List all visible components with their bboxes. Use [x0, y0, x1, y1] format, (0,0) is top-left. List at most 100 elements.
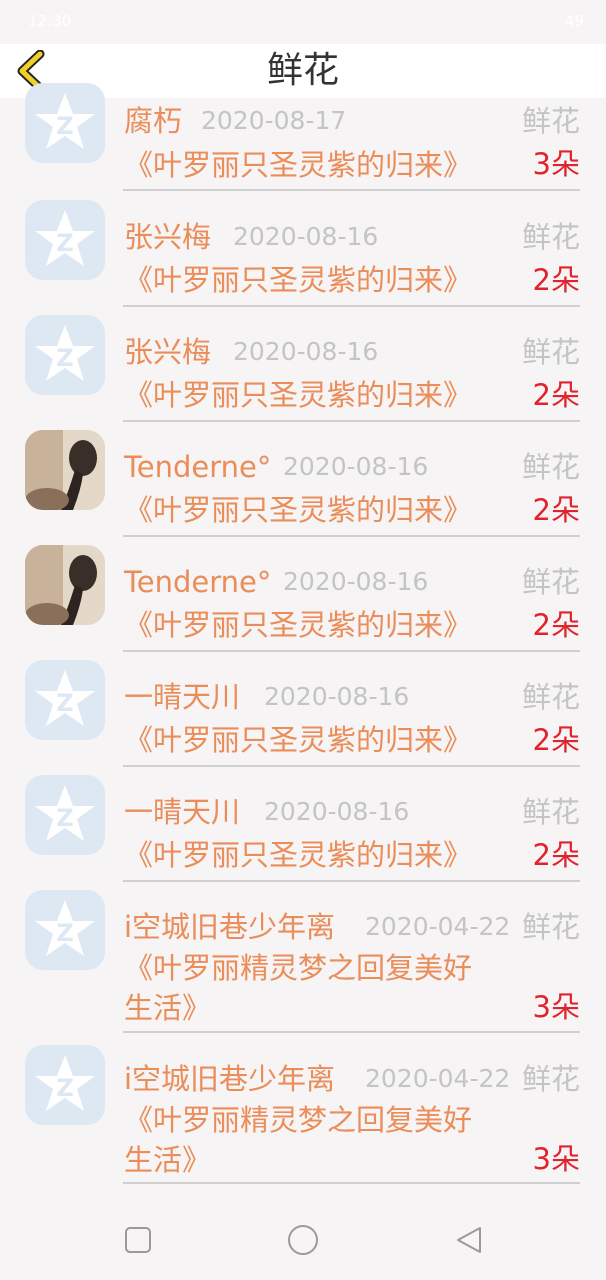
book-title[interactable]: 《叶罗丽精灵梦之回复美好 生活》	[124, 1100, 514, 1180]
user-name: 张兴梅	[124, 220, 212, 254]
svg-text:Z: Z	[56, 344, 73, 372]
gift-date: 2020-08-17	[201, 106, 347, 135]
battery-level: 49	[564, 12, 584, 30]
gift-type: 鲜花	[521, 450, 580, 484]
book-title[interactable]: 《叶罗丽只圣灵紫的归来》	[124, 145, 514, 185]
book-title[interactable]: 《叶罗丽只圣灵紫的归来》	[124, 375, 514, 415]
gift-type: 鲜花	[521, 1062, 580, 1096]
qq-star-icon: Z	[35, 670, 95, 726]
gift-date: 2020-08-16	[283, 452, 429, 481]
gift-date: 2020-04-22	[365, 912, 511, 941]
book-title[interactable]: 《叶罗丽只圣灵紫的归来》	[124, 605, 514, 645]
gift-type: 鲜花	[521, 910, 580, 944]
divider	[123, 765, 580, 767]
avatar	[25, 430, 105, 510]
user-name: 腐朽	[124, 104, 183, 138]
divider	[123, 1031, 580, 1033]
svg-text:Z: Z	[56, 919, 73, 947]
gift-date: 2020-08-16	[233, 222, 379, 251]
flower-count: 2朵	[532, 608, 580, 642]
user-name: 张兴梅	[124, 335, 212, 369]
qq-star-icon: Z	[35, 900, 95, 956]
gift-date: 2020-08-16	[283, 567, 429, 596]
user-name: i空城旧巷少年离	[124, 910, 336, 944]
avatar: Z	[25, 775, 105, 855]
avatar: Z	[25, 315, 105, 395]
flower-count: 2朵	[532, 263, 580, 297]
svg-text:Z: Z	[56, 229, 73, 257]
svg-text:Z: Z	[56, 804, 73, 832]
flower-count: 2朵	[532, 378, 580, 412]
flower-count: 2朵	[532, 838, 580, 872]
list-item[interactable]: Tenderne° 2020-08-16 鲜花 《叶罗丽只圣灵紫的归来》 2朵	[0, 428, 606, 543]
book-title-line: 生活》	[124, 1143, 212, 1177]
list-item[interactable]: Z i空城旧巷少年离 2020-04-22 鲜花 《叶罗丽精灵梦之回复美好 生活…	[0, 888, 606, 1038]
qq-star-icon: Z	[35, 93, 95, 149]
book-title[interactable]: 《叶罗丽只圣灵紫的归来》	[124, 835, 514, 875]
user-photo-icon	[25, 430, 105, 510]
avatar: Z	[25, 200, 105, 280]
gift-type: 鲜花	[521, 335, 580, 369]
gift-type: 鲜花	[521, 565, 580, 599]
gift-date: 2020-08-16	[264, 682, 410, 711]
list-item[interactable]: Z 腐朽 2020-08-17 鲜花 《叶罗丽只圣灵紫的归来》 3朵	[0, 81, 606, 191]
divider	[123, 880, 580, 882]
gift-date: 2020-04-22	[365, 1064, 511, 1093]
system-back-button[interactable]	[454, 1225, 484, 1259]
user-photo-icon	[25, 545, 105, 625]
gift-type: 鲜花	[521, 104, 580, 138]
book-title[interactable]: 《叶罗丽只圣灵紫的归来》	[124, 260, 514, 300]
status-time: 12:30	[28, 12, 72, 30]
gift-date: 2020-08-16	[233, 337, 379, 366]
user-name: Tenderne°	[124, 450, 272, 484]
divider	[123, 305, 580, 307]
book-title[interactable]: 《叶罗丽只圣灵紫的归来》	[124, 720, 514, 760]
svg-text:Z: Z	[56, 689, 73, 717]
recents-button[interactable]	[124, 1226, 152, 1258]
user-name: Tenderne°	[124, 565, 272, 599]
flower-count: 3朵	[532, 990, 580, 1024]
square-icon	[125, 1227, 151, 1253]
divider	[123, 189, 580, 191]
qq-star-icon: Z	[35, 210, 95, 266]
home-button[interactable]	[287, 1224, 319, 1260]
flower-record-list: Z 腐朽 2020-08-17 鲜花 《叶罗丽只圣灵紫的归来》 3朵 Z 张兴梅…	[0, 83, 606, 1188]
list-item[interactable]: Z i空城旧巷少年离 2020-04-22 鲜花 《叶罗丽精灵梦之回复美好 生活…	[0, 1038, 606, 1188]
user-name: i空城旧巷少年离	[124, 1062, 336, 1096]
status-bar: 12:30 49	[0, 0, 606, 44]
list-item[interactable]: Z 张兴梅 2020-08-16 鲜花 《叶罗丽只圣灵紫的归来》 2朵	[0, 198, 606, 313]
list-item[interactable]: Z 张兴梅 2020-08-16 鲜花 《叶罗丽只圣灵紫的归来》 2朵	[0, 313, 606, 428]
list-item[interactable]: Tenderne° 2020-08-16 鲜花 《叶罗丽只圣灵紫的归来》 2朵	[0, 543, 606, 658]
user-name: 一晴天川	[124, 680, 241, 714]
qq-star-icon: Z	[35, 1055, 95, 1111]
divider	[123, 650, 580, 652]
gift-type: 鲜花	[521, 220, 580, 254]
user-name: 一晴天川	[124, 795, 241, 829]
avatar	[25, 545, 105, 625]
gift-date: 2020-08-16	[264, 797, 410, 826]
book-title-line: 《叶罗丽精灵梦之回复美好	[124, 951, 473, 985]
svg-text:Z: Z	[56, 1074, 73, 1102]
book-title-line: 生活》	[124, 991, 212, 1025]
svg-text:Z: Z	[56, 112, 73, 140]
avatar: Z	[25, 83, 105, 163]
avatar: Z	[25, 660, 105, 740]
circle-icon	[288, 1225, 318, 1255]
flower-count: 3朵	[532, 147, 580, 181]
gift-type: 鲜花	[521, 795, 580, 829]
triangle-back-icon	[457, 1227, 481, 1253]
qq-star-icon: Z	[35, 325, 95, 381]
system-nav-bar	[0, 1198, 606, 1280]
flower-count: 3朵	[532, 1142, 580, 1176]
list-item[interactable]: Z 一晴天川 2020-08-16 鲜花 《叶罗丽只圣灵紫的归来》 2朵	[0, 773, 606, 888]
avatar: Z	[25, 890, 105, 970]
flower-count: 2朵	[532, 493, 580, 527]
book-title-line: 《叶罗丽精灵梦之回复美好	[124, 1103, 473, 1137]
book-title[interactable]: 《叶罗丽只圣灵紫的归来》	[124, 490, 514, 530]
book-title[interactable]: 《叶罗丽精灵梦之回复美好 生活》	[124, 948, 514, 1028]
qq-star-icon: Z	[35, 785, 95, 841]
list-item[interactable]: Z 一晴天川 2020-08-16 鲜花 《叶罗丽只圣灵紫的归来》 2朵	[0, 658, 606, 773]
flower-count: 2朵	[532, 723, 580, 757]
avatar: Z	[25, 1045, 105, 1125]
divider	[123, 535, 580, 537]
